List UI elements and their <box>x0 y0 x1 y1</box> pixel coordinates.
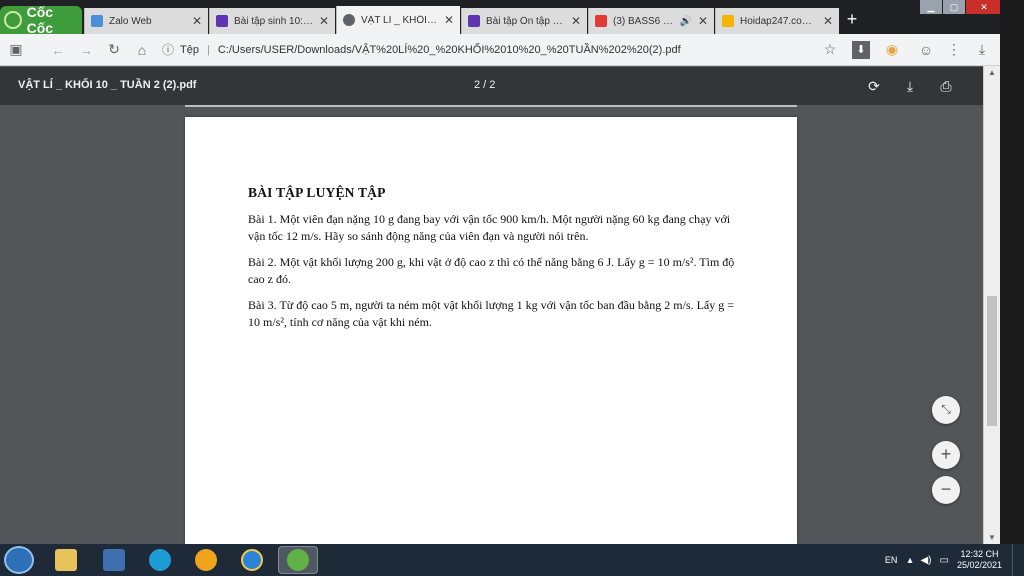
language-indicator[interactable]: EN <box>885 555 898 565</box>
tab-on-tap-module[interactable]: Bài tập Ôn tập Modu ✕ <box>461 8 587 34</box>
start-button[interactable] <box>4 546 34 574</box>
url-text[interactable]: C:/Users/USER/Downloads/VẬT%20LÍ%20_%20K… <box>218 44 681 56</box>
scrollbar-thumb[interactable] <box>987 296 997 426</box>
forward-icon[interactable]: → <box>74 42 98 58</box>
previous-page-edge <box>185 105 797 107</box>
info-icon[interactable]: ⓘ <box>162 41 174 58</box>
coccoc-menu-button[interactable]: Cốc Cốc <box>0 4 82 36</box>
exercise-1: Bài 1. Một viên đạn nặng 10 g đang bay v… <box>248 212 731 243</box>
forms-favicon-icon <box>216 15 228 27</box>
fit-page-button[interactable]: ⤡ <box>932 396 960 424</box>
taskbar: EN ▴ ◀) ▭ 12:32 CH 25/02/2021 <box>0 544 1024 576</box>
tab-label: Hoidap247.com - Hỏi <box>740 15 817 27</box>
vertical-scrollbar[interactable]: ▲ ▼ <box>983 66 1000 544</box>
clock-time: 12:32 CH <box>960 549 999 559</box>
tab-close-icon[interactable]: ✕ <box>192 14 202 28</box>
media-player-taskbar-icon[interactable] <box>94 546 134 574</box>
show-desktop-button[interactable] <box>1012 544 1024 576</box>
tab-close-icon[interactable]: ✕ <box>571 14 581 28</box>
tab-label: (3) BASS6 - ĐỐT <box>613 15 675 27</box>
tab-label: Zalo Web <box>109 15 152 27</box>
tab-youtube-bass6[interactable]: (3) BASS6 - ĐỐT 🔊 ✕ <box>588 8 714 34</box>
pdf-title: VẬT LÍ _ KHỐI 10 _ TUẦN 2 (2).pdf <box>18 79 197 91</box>
reload-icon[interactable]: ↻ <box>102 41 126 58</box>
tab-vat-li-pdf[interactable]: VẬT LÍ _ KHỐI 10 _ TU ✕ <box>336 6 460 34</box>
pdf-toolbar: VẬT LÍ _ KHỐI 10 _ TUẦN 2 (2).pdf 2 / 2 … <box>0 67 983 105</box>
tab-close-icon[interactable]: ✕ <box>319 14 329 28</box>
new-tab-button[interactable]: + <box>842 10 862 30</box>
zalo-favicon-icon <box>91 15 103 27</box>
desktop-edge <box>1000 0 1024 544</box>
youtube-favicon-icon <box>595 15 607 27</box>
exercise-3: Bài 3. Từ độ cao 5 m, người ta ném một v… <box>248 298 735 329</box>
zoom-out-button[interactable]: − <box>932 476 960 504</box>
tab-label: Bài tập sinh 10: bài 2 <box>234 15 313 27</box>
address-separator: | <box>206 43 210 56</box>
back-icon[interactable]: ← <box>46 42 70 58</box>
sidebar-icon[interactable]: ▣ <box>4 41 28 58</box>
hoidap-favicon-icon <box>722 15 734 27</box>
tray-expand-icon[interactable]: ▴ <box>907 555 912 566</box>
app-orange-taskbar-icon[interactable] <box>186 546 226 574</box>
forms-favicon-icon <box>468 15 480 27</box>
scroll-down-icon[interactable]: ▼ <box>988 533 996 542</box>
tab-zalo[interactable]: Zalo Web ✕ <box>84 8 208 34</box>
scroll-up-icon[interactable]: ▲ <box>988 68 996 77</box>
tab-label: VẬT LÍ _ KHỐI 10 _ TU <box>361 14 438 26</box>
rotate-icon[interactable]: ⟳ <box>864 76 884 96</box>
system-tray: EN ▴ ◀) ▭ 12:32 CH 25/02/2021 <box>885 544 1024 576</box>
coccoc-logo-icon <box>4 11 22 29</box>
heading: BÀI TẬP LUYỆN TẬP <box>248 185 386 200</box>
window-close-button[interactable]: ✕ <box>966 0 1002 14</box>
home-icon[interactable]: ⌂ <box>130 42 154 58</box>
coccoc-taskbar-icon[interactable] <box>278 546 318 574</box>
menu-icon[interactable]: ⋮ <box>942 41 966 58</box>
profile-icon[interactable]: ☺ <box>914 42 938 58</box>
explorer-taskbar-icon[interactable] <box>46 546 86 574</box>
network-icon[interactable]: ▭ <box>940 555 949 566</box>
bookmark-star-icon[interactable]: ☆ <box>818 41 842 58</box>
print-icon[interactable]: ⎙ <box>936 76 956 96</box>
zoom-in-button[interactable]: + <box>932 441 960 469</box>
tab-bai-tap-sinh[interactable]: Bài tập sinh 10: bài 2 ✕ <box>209 8 335 34</box>
browser-toolbar: ▣ ← → ↻ ⌂ ⓘ Tệp | C:/Users/USER/Download… <box>0 34 1000 66</box>
globe-favicon-icon <box>343 14 355 26</box>
tab-hoidap247[interactable]: Hoidap247.com - Hỏi ✕ <box>715 8 839 34</box>
tab-close-icon[interactable]: ✕ <box>444 13 454 27</box>
skype-taskbar-icon[interactable] <box>140 546 180 574</box>
extension-icon[interactable]: ◉ <box>880 41 904 58</box>
tab-label: Bài tập Ôn tập Modu <box>486 15 565 27</box>
volume-icon[interactable]: ◀) <box>920 555 931 566</box>
clock-date: 25/02/2021 <box>956 560 1002 570</box>
internet-explorer-taskbar-icon[interactable] <box>232 546 272 574</box>
pdf-page: BÀI TẬP LUYỆN TẬP Bài 1. Một viên đạn nặ… <box>185 117 797 544</box>
brand-label: Cốc Cốc <box>26 4 54 36</box>
scheme-label: Tệp <box>180 43 199 56</box>
tab-close-icon[interactable]: ✕ <box>823 14 833 28</box>
page-indicator: 2 / 2 <box>474 79 496 91</box>
minimize-button[interactable]: ▁ <box>920 0 942 14</box>
download-icon[interactable]: ⤓ <box>900 76 920 96</box>
speaker-icon[interactable]: 🔊 <box>679 16 691 27</box>
document-content: BÀI TẬP LUYỆN TẬP Bài 1. Một viên đạn nặ… <box>248 185 748 340</box>
address-bar[interactable]: ⓘ Tệp | C:/Users/USER/Downloads/VẬT%20LÍ… <box>162 38 814 62</box>
clock[interactable]: 12:32 CH 25/02/2021 <box>957 549 1002 571</box>
tab-close-icon[interactable]: ✕ <box>698 14 708 28</box>
download-arrow-icon[interactable]: ⤓ <box>970 41 994 58</box>
pdf-viewer[interactable]: BÀI TẬP LUYỆN TẬP Bài 1. Một viên đạn nặ… <box>0 105 983 544</box>
tab-strip: Cốc Cốc Zalo Web ✕ Bài tập sinh 10: bài … <box>0 0 1024 36</box>
downloads-icon[interactable]: ⬇ <box>852 40 870 59</box>
maximize-button[interactable]: ▢ <box>943 0 965 14</box>
exercise-2: Bài 2. Một vật khối lượng 200 g, khi vật… <box>248 255 735 286</box>
